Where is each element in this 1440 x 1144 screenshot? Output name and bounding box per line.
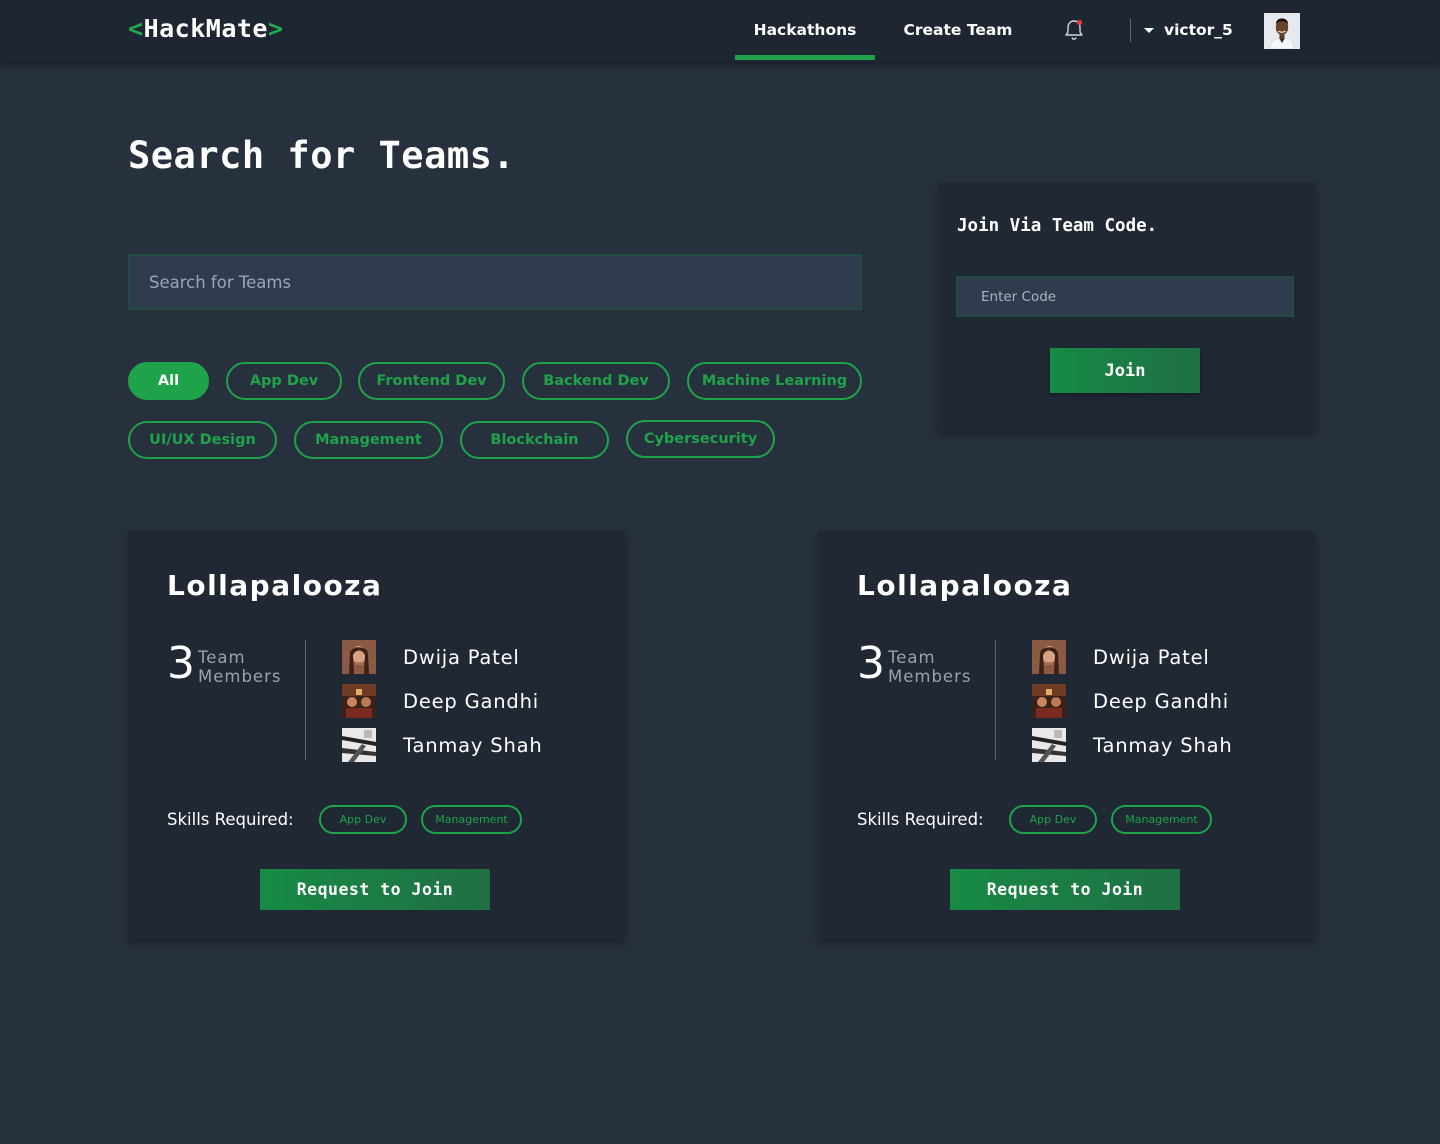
filter-chip-backend-dev[interactable]: Backend Dev xyxy=(522,362,670,400)
member-count: 3 xyxy=(857,638,885,689)
skill-chip: App Dev xyxy=(1009,805,1097,834)
skill-chip: App Dev xyxy=(319,805,407,834)
username: victor_5 xyxy=(1164,21,1233,39)
user-menu[interactable]: victor_5 xyxy=(1144,19,1233,41)
team-card: Lollapalooza 3 Team Members Dwija Patel … xyxy=(818,531,1315,939)
team-card: Lollapalooza 3 Team Members Dwija Patel … xyxy=(128,531,625,939)
bell-icon[interactable] xyxy=(1063,18,1085,42)
filter-chip-machine-learning[interactable]: Machine Learning xyxy=(687,362,862,400)
skill-chip: Management xyxy=(1111,805,1212,834)
logo-text: HackMate xyxy=(143,14,268,43)
team-search-input[interactable] xyxy=(128,254,862,310)
team-name: Lollapalooza xyxy=(857,569,1073,602)
filter-chip-management[interactable]: Management xyxy=(294,421,443,459)
join-button[interactable]: Join xyxy=(1050,348,1200,393)
skills-required-label: Skills Required: xyxy=(167,810,294,829)
team-member: Tanmay Shah xyxy=(1032,728,1233,762)
join-code-title: Join Via Team Code. xyxy=(957,216,1158,236)
team-name: Lollapalooza xyxy=(167,569,383,602)
logo-open-bracket: < xyxy=(128,14,144,43)
skill-chip: Management xyxy=(421,805,522,834)
team-member: Dwija Patel xyxy=(1032,640,1210,674)
member-name: Tanmay Shah xyxy=(1093,733,1233,757)
member-name: Deep Gandhi xyxy=(403,689,539,713)
member-name: Deep Gandhi xyxy=(1093,689,1229,713)
team-member: Deep Gandhi xyxy=(342,684,539,718)
member-photo xyxy=(1032,728,1066,762)
nav-create-team[interactable]: Create Team xyxy=(895,0,1021,60)
user-avatar[interactable] xyxy=(1264,13,1300,49)
skills-required-label: Skills Required: xyxy=(857,810,984,829)
member-photo xyxy=(1032,684,1066,718)
team-code-input[interactable] xyxy=(956,276,1294,317)
filter-chip-all[interactable]: All xyxy=(128,362,209,400)
member-photo xyxy=(1032,640,1066,674)
filter-chip-blockchain[interactable]: Blockchain xyxy=(460,421,609,459)
member-name: Dwija Patel xyxy=(403,645,520,669)
logo-close-bracket: > xyxy=(267,14,284,43)
filter-chip-frontend-dev[interactable]: Frontend Dev xyxy=(358,362,505,400)
caret-down-icon xyxy=(1144,27,1154,33)
nav-hackathons[interactable]: Hackathons xyxy=(735,0,875,60)
app-logo[interactable]: <HackMate> xyxy=(128,14,284,43)
team-member: Dwija Patel xyxy=(342,640,520,674)
filter-chip-app-dev[interactable]: App Dev xyxy=(226,362,342,400)
page-title: Search for Teams. xyxy=(128,134,516,177)
nav-divider xyxy=(1130,18,1131,42)
team-member: Tanmay Shah xyxy=(342,728,543,762)
request-to-join-button[interactable]: Request to Join xyxy=(950,869,1180,910)
member-name: Tanmay Shah xyxy=(403,733,543,757)
member-count: 3 xyxy=(167,638,195,689)
member-count-label: Team Members xyxy=(888,648,972,686)
member-photo xyxy=(342,684,376,718)
request-to-join-button[interactable]: Request to Join xyxy=(260,869,490,910)
join-via-code-card: Join Via Team Code. Join xyxy=(938,183,1315,431)
card-divider xyxy=(305,640,306,760)
member-photo xyxy=(342,640,376,674)
member-photo xyxy=(342,728,376,762)
member-name: Dwija Patel xyxy=(1093,645,1210,669)
member-count-label: Team Members xyxy=(198,648,282,686)
team-member: Deep Gandhi xyxy=(1032,684,1229,718)
card-divider xyxy=(995,640,996,760)
top-navbar: <HackMate> Hackathons Create Team victor… xyxy=(0,0,1440,62)
filter-chip-cybersecurity[interactable]: Cybersecurity xyxy=(626,420,775,458)
filter-chip-ui-ux-design[interactable]: UI/UX Design xyxy=(128,421,277,459)
